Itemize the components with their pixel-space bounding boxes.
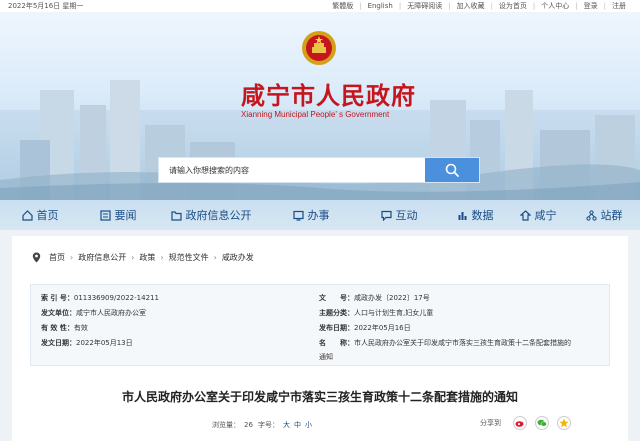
chart-icon bbox=[458, 211, 466, 220]
meta-name-continued: 通知 bbox=[319, 353, 333, 361]
share-label: 分享到 bbox=[480, 419, 501, 427]
meta-name: 名 称：市人民政府办公室关于印发咸宁市落实三孩生育政策十二条配套措施的 bbox=[319, 339, 571, 347]
breadcrumb-xzbf[interactable]: 咸政办发 bbox=[222, 252, 254, 263]
weibo-share-icon[interactable] bbox=[513, 416, 527, 430]
breadcrumb-normative-docs[interactable]: 规范性文件 bbox=[169, 252, 209, 263]
meta-publish-date: 发布日期：2022年05月16日 bbox=[319, 324, 411, 332]
national-emblem-icon bbox=[302, 31, 336, 65]
city-icon bbox=[519, 209, 531, 221]
search-box bbox=[158, 157, 480, 183]
link-add-favorite[interactable]: 加入收藏 bbox=[451, 0, 491, 12]
top-utility-bar: 2022年5月16日 星期一 繁體版 | English | 无障碍阅读 | 加入收藏… bbox=[0, 0, 640, 12]
main-nav: 首页 要闻 政府信息公开 办事 互动 数据 咸宁 站群 bbox=[0, 200, 640, 230]
folder-icon bbox=[170, 210, 182, 221]
breadcrumb-policy[interactable]: 政策 bbox=[139, 252, 155, 263]
link-traditional[interactable]: 繁體版 bbox=[326, 0, 359, 12]
service-icon bbox=[292, 210, 304, 221]
meta-issue-date: 发文日期：2022年05月13日 bbox=[41, 339, 133, 347]
qzone-share-icon[interactable] bbox=[557, 416, 571, 430]
share-bar: 分享到 bbox=[480, 416, 571, 430]
link-accessibility[interactable]: 无障碍阅读 bbox=[401, 0, 448, 12]
wechat-share-icon[interactable] bbox=[535, 416, 549, 430]
link-login[interactable]: 登录 bbox=[578, 0, 604, 12]
search-icon bbox=[445, 163, 459, 177]
news-icon bbox=[99, 209, 111, 221]
nav-label: 首页 bbox=[36, 209, 59, 222]
chat-icon bbox=[380, 210, 392, 221]
weibo-icon bbox=[515, 421, 524, 427]
document-title: 市人民政府办公室关于印发咸宁市落实三孩生育政策十二条配套措施的通知 bbox=[121, 390, 518, 404]
current-date: 2022年5月16日 星期一 bbox=[8, 2, 84, 10]
meta-index: 索 引 号：011336909/2022-14211 bbox=[41, 294, 159, 302]
nav-label: 互动 bbox=[395, 209, 418, 222]
header-banner: 咸宁市人民政府 Xianning Municipal People’ s Gov… bbox=[0, 12, 640, 200]
site-subtitle: Xianning Municipal People’ s Government bbox=[241, 110, 390, 119]
nav-item-xianning[interactable]: 咸宁 bbox=[508, 200, 568, 230]
search-input[interactable] bbox=[159, 158, 427, 182]
link-personal-center[interactable]: 个人中心 bbox=[535, 0, 575, 12]
meta-topic: 主题分类：人口与计划生育,妇女儿童 bbox=[319, 309, 434, 317]
breadcrumb-home[interactable]: 首页 bbox=[49, 252, 65, 263]
link-register[interactable]: 注册 bbox=[606, 0, 632, 12]
home-icon bbox=[21, 209, 33, 221]
nav-label: 办事 bbox=[307, 209, 330, 222]
site-title: 咸宁市人民政府 bbox=[241, 81, 416, 110]
top-links: 繁體版 | English | 无障碍阅读 | 加入收藏 | 设为首页 | 个人中心 | 登… bbox=[326, 0, 632, 12]
content-panel: 首页 › 政府信息公开 › 政策 › 规范性文件 › 咸政办发 索 引 号：011336… bbox=[12, 236, 628, 441]
link-set-homepage[interactable]: 设为首页 bbox=[493, 0, 533, 12]
nav-label: 要闻 bbox=[114, 209, 137, 222]
breadcrumb-gov-info[interactable]: 政府信息公开 bbox=[78, 252, 126, 263]
breadcrumb: 首页 › 政府信息公开 › 政策 › 规范性文件 › 咸政办发 bbox=[32, 252, 254, 263]
search-button[interactable] bbox=[425, 158, 479, 182]
nav-item-gov-info[interactable]: 政府信息公开 bbox=[156, 200, 266, 230]
location-pin-icon bbox=[32, 252, 41, 263]
meta-doc-number: 文 号：咸政办发〔2022〕17号 bbox=[319, 294, 430, 302]
font-size-large[interactable]: 大 bbox=[283, 421, 290, 429]
nav-item-service[interactable]: 办事 bbox=[266, 200, 356, 230]
link-english[interactable]: English bbox=[362, 0, 399, 12]
nav-label: 站群 bbox=[600, 209, 623, 222]
nav-item-interact[interactable]: 互动 bbox=[356, 200, 442, 230]
nav-item-data[interactable]: 数据 bbox=[442, 200, 508, 230]
nav-label: 数据 bbox=[471, 209, 494, 222]
font-size-control: 字号：大中小 bbox=[258, 421, 312, 429]
nav-item-news[interactable]: 要闻 bbox=[80, 200, 156, 230]
nav-label: 政府信息公开 bbox=[185, 209, 252, 222]
document-meta-table: 索 引 号：011336909/2022-14211 发文单位：咸宁市人民政府办… bbox=[30, 284, 610, 366]
wechat-icon bbox=[537, 419, 547, 427]
nav-label: 咸宁 bbox=[534, 209, 557, 222]
nav-item-sites[interactable]: 站群 bbox=[568, 200, 640, 230]
meta-issuer: 发文单位：咸宁市人民政府办公室 bbox=[41, 309, 146, 317]
font-size-medium[interactable]: 中 bbox=[294, 421, 301, 429]
qzone-star-icon bbox=[559, 418, 569, 428]
meta-validity: 有 效 性：有效 bbox=[41, 324, 88, 332]
sites-icon bbox=[585, 209, 597, 221]
view-count: 浏览量： 26 bbox=[212, 421, 253, 429]
nav-item-home[interactable]: 首页 bbox=[0, 200, 80, 230]
font-size-small[interactable]: 小 bbox=[305, 421, 312, 429]
